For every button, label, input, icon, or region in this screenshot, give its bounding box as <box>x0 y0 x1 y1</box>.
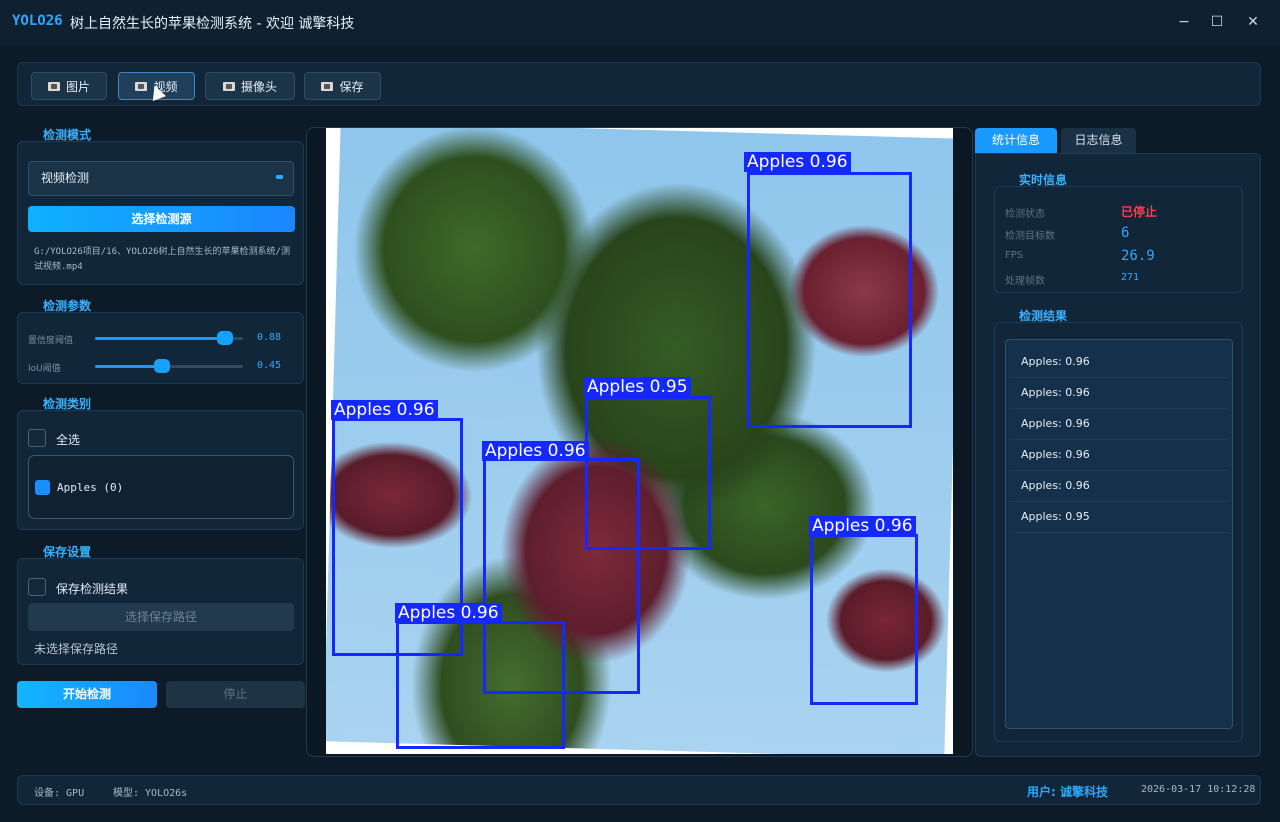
save-button-label: 保存 <box>339 79 364 94</box>
select-save-path-button[interactable]: 选择保存路径 <box>28 603 294 631</box>
select-all-checkbox[interactable] <box>28 429 46 447</box>
camera-button[interactable]: 摄像头 <box>205 72 295 100</box>
result-separator <box>1009 501 1229 502</box>
conf-value: 0.88 <box>257 332 282 343</box>
count-key: 检测目标数 <box>1005 231 1055 242</box>
stop-button[interactable]: 停止 <box>166 681 305 708</box>
detection-label: Apples 0.96 <box>809 516 916 536</box>
count-value: 6 <box>1121 225 1130 241</box>
detection-label: Apples 0.96 <box>331 400 438 420</box>
dropdown-indicator-icon <box>276 175 283 179</box>
camera-button-label: 摄像头 <box>240 79 277 94</box>
status-key: 检测状态 <box>1005 209 1045 220</box>
image-button[interactable]: 图片 <box>31 72 107 100</box>
save-path-status: 未选择保存路径 <box>34 642 119 656</box>
window-title: 树上自然生长的苹果检测系统 - 欢迎 诚擎科技 <box>70 16 355 32</box>
select-all-label: 全选 <box>56 433 81 447</box>
detection-label: Apples 0.95 <box>584 377 691 397</box>
iou-slider-handle[interactable] <box>154 359 170 373</box>
result-separator <box>1009 439 1229 440</box>
result-separator <box>1009 377 1229 378</box>
result-item[interactable]: Apples: 0.96 <box>1021 448 1090 461</box>
minimize-button[interactable]: − <box>1174 12 1194 32</box>
user-info: 用户: 诚擎科技 <box>1027 785 1108 799</box>
frames-key: 处理帧数 <box>1005 276 1045 287</box>
result-item[interactable]: Apples: 0.96 <box>1021 417 1090 430</box>
status-value: 已停止 <box>1121 205 1158 219</box>
start-detection-button[interactable]: 开始检测 <box>17 681 157 708</box>
close-button[interactable]: ✕ <box>1243 12 1263 32</box>
save-result-label: 保存检测结果 <box>56 582 129 596</box>
tab-stats[interactable]: 统计信息 <box>975 128 1057 153</box>
result-item[interactable]: Apples: 0.95 <box>1021 510 1090 523</box>
detection-label: Apples 0.96 <box>482 441 589 461</box>
class-apples-checkbox[interactable] <box>35 480 50 495</box>
video-display: Apples 0.96 Apples 0.95 Apples 0.96 Appl… <box>326 128 953 754</box>
app-name: YOLO26 <box>12 13 63 29</box>
class-apples-label: Apples (0) <box>57 481 124 494</box>
result-item[interactable]: Apples: 0.96 <box>1021 479 1090 492</box>
tab-log[interactable]: 日志信息 <box>1061 128 1136 153</box>
result-separator <box>1009 532 1229 533</box>
detection-label: Apples 0.96 <box>395 603 502 623</box>
result-item[interactable]: Apples: 0.96 <box>1021 386 1090 399</box>
result-item[interactable]: Apples: 0.96 <box>1021 355 1090 368</box>
device-info: 设备: GPU <box>34 788 85 799</box>
iou-slider-fill <box>95 365 162 368</box>
detection-label: Apples 0.96 <box>744 152 851 172</box>
model-info: 模型: YOLO26s <box>113 788 188 799</box>
conf-slider-handle[interactable] <box>217 331 233 345</box>
source-path: G:/YOLO26项目/16、YOLO26树上自然生长的苹果检测系统/测试视频.… <box>34 247 290 272</box>
save-result-checkbox[interactable] <box>28 578 46 596</box>
image-icon <box>47 81 60 91</box>
fps-value: 26.9 <box>1121 248 1155 264</box>
select-source-button[interactable]: 选择检测源 <box>28 206 295 232</box>
save-icon <box>321 81 334 91</box>
maximize-button[interactable]: ☐ <box>1207 12 1227 32</box>
fps-key: FPS <box>1005 250 1024 261</box>
result-separator <box>1009 470 1229 471</box>
mode-select[interactable]: 视频检测 <box>28 161 294 196</box>
detection-box <box>747 172 912 428</box>
iou-label: IoU阈值 <box>28 364 61 374</box>
iou-value: 0.45 <box>257 360 282 371</box>
detection-box <box>396 621 565 749</box>
toolbar <box>17 62 1261 106</box>
result-separator <box>1009 408 1229 409</box>
datetime: 2026-03-17 10:12:28 <box>1141 784 1256 795</box>
save-button[interactable]: 保存 <box>304 72 381 100</box>
conf-label: 置信度阈值 <box>28 336 74 346</box>
frames-value: 271 <box>1121 272 1140 283</box>
video-icon <box>135 81 148 91</box>
conf-slider-fill <box>95 337 225 340</box>
image-button-label: 图片 <box>65 79 90 94</box>
detection-box <box>810 534 918 705</box>
camera-icon <box>222 81 235 91</box>
